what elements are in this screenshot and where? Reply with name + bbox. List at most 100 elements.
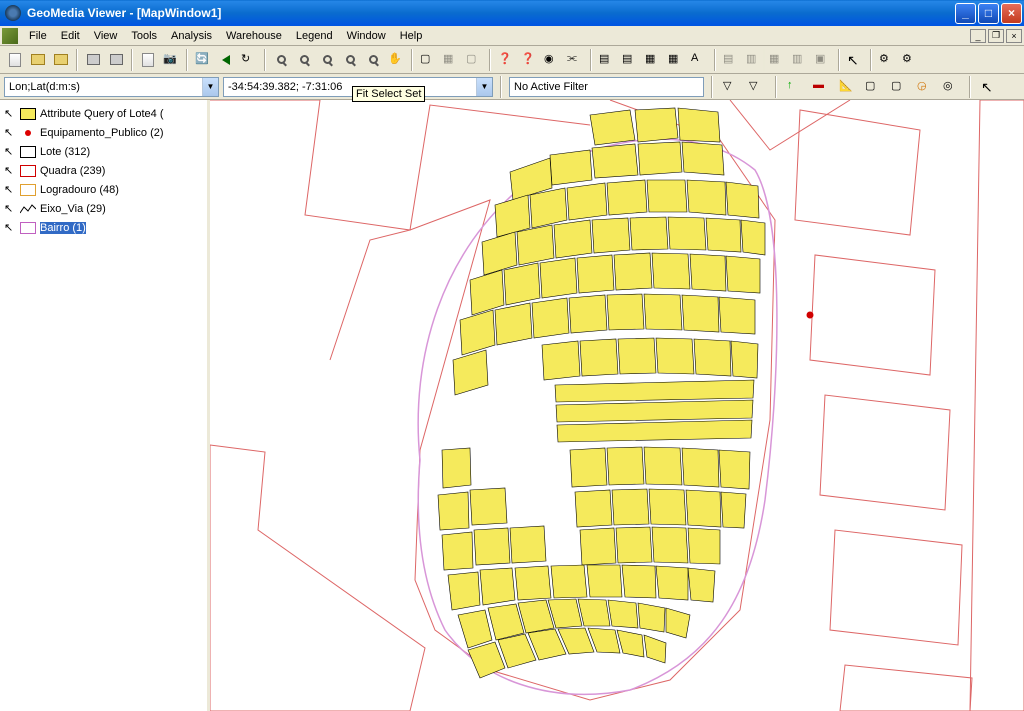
menu-warehouse[interactable]: Warehouse (219, 28, 289, 44)
menu-legend[interactable]: Legend (289, 28, 340, 44)
copy-button[interactable] (137, 49, 159, 71)
toolbar-separator (775, 76, 777, 98)
fit-select-set-button[interactable] (362, 49, 384, 71)
toolbar-separator (500, 76, 502, 98)
redo-button[interactable]: ↻ (238, 49, 260, 71)
distribute-button[interactable]: ▥ (789, 49, 811, 71)
select-tool-button[interactable]: ↖ (844, 49, 866, 71)
dropdown-arrow-icon: ▼ (202, 78, 218, 96)
precision-combo[interactable]: Lon;Lat(d:m:s) ▼ (4, 77, 219, 97)
coordinate-icon: ▢ (891, 79, 907, 95)
refresh-button[interactable]: 🔄 (192, 49, 214, 71)
layout-window-button[interactable]: ▢ (463, 49, 485, 71)
thematic-button[interactable]: ▦ (665, 49, 687, 71)
map-window-button[interactable]: ▢ (417, 49, 439, 71)
select-button[interactable]: ↖ (978, 76, 1000, 98)
clear-filter-button[interactable]: ▽ (746, 76, 768, 98)
buffer-zone-button[interactable]: ◉ (541, 49, 563, 71)
mdi-restore-button[interactable]: ❐ (988, 29, 1004, 43)
add-legend-button[interactable]: ▤ (596, 49, 618, 71)
spatial-query-icon: ❓ (521, 52, 537, 68)
align-right-button[interactable]: ▦ (766, 49, 788, 71)
coordinate-toolbar: Lon;Lat(d:m:s) ▼ -34:54:39.382; -7:31:06… (0, 74, 1024, 100)
minimize-button[interactable]: _ (955, 3, 976, 24)
label-button[interactable]: A (688, 49, 710, 71)
legend-item-eixo[interactable]: ↖ Eixo_Via (29) (2, 199, 205, 218)
measure-button[interactable]: 📐 (836, 76, 858, 98)
align-center-button[interactable]: ▥ (743, 49, 765, 71)
undo-button[interactable] (215, 49, 237, 71)
thematic-icon: ▦ (668, 52, 684, 68)
zoom-out-button[interactable] (293, 49, 315, 71)
window-controls: _ □ × (955, 3, 1022, 24)
toolbar-separator (489, 49, 491, 71)
align-icon: ▦ (769, 52, 785, 68)
data-window-button[interactable]: ▦ (440, 49, 462, 71)
gear-icon: ⚙ (879, 52, 895, 68)
distribute-icon: ▥ (792, 52, 808, 68)
add-legend-icon: ▤ (599, 52, 615, 68)
toolbar-separator (870, 49, 872, 71)
legend-item-bairro[interactable]: ↖ Bairro (1) (2, 218, 205, 237)
legend-item-logradouro[interactable]: ↖ Logradouro (48) (2, 180, 205, 199)
filter-tool-button[interactable]: ▽ (720, 76, 742, 98)
menu-tools[interactable]: Tools (124, 28, 164, 44)
zoom-box-icon (323, 55, 332, 64)
filter-combo[interactable]: No Active Filter (509, 77, 704, 97)
undo-icon (222, 55, 230, 65)
legend-item-attribute-query[interactable]: ↖ Attribute Query of Lote4 ( (2, 104, 205, 123)
north-arrow-button[interactable]: ↑ (784, 76, 806, 98)
zoom-in-button[interactable] (270, 49, 292, 71)
zoom-box-button[interactable] (316, 49, 338, 71)
angle-button[interactable]: ◶ (914, 76, 936, 98)
toolbar-separator (264, 49, 266, 71)
distance-button[interactable]: ◎ (940, 76, 962, 98)
menu-help[interactable]: Help (393, 28, 430, 44)
print-button[interactable] (82, 49, 104, 71)
legend-label: Bairro (1) (40, 222, 86, 234)
menu-view[interactable]: View (87, 28, 125, 44)
group-button[interactable]: ▣ (812, 49, 834, 71)
menu-window[interactable]: Window (340, 28, 393, 44)
area-button[interactable]: ▢ (862, 76, 884, 98)
mdi-minimize-button[interactable]: _ (970, 29, 986, 43)
new-datawindow-button[interactable] (50, 49, 72, 71)
cursor-prefix-icon: ↖ (4, 107, 16, 120)
menu-file[interactable]: File (22, 28, 54, 44)
classify-button[interactable]: ▦ (642, 49, 664, 71)
scale-bar-button[interactable]: ▬ (810, 76, 832, 98)
legend-label: Eixo_Via (29) (40, 203, 106, 215)
spatial-query-button[interactable]: ❓ (518, 49, 540, 71)
menu-edit[interactable]: Edit (54, 28, 87, 44)
mdi-close-button[interactable]: × (1006, 29, 1022, 43)
menu-analysis[interactable]: Analysis (164, 28, 219, 44)
distance-icon: ◎ (943, 79, 959, 95)
snapshot-button[interactable]: 📷 (160, 49, 182, 71)
coordinate-button[interactable]: ▢ (888, 76, 910, 98)
fit-all-button[interactable] (339, 49, 361, 71)
legend-item-lote[interactable]: ↖ Lote (312) (2, 142, 205, 161)
cursor-prefix-icon: ↖ (4, 126, 16, 139)
align-icon: ▤ (723, 52, 739, 68)
pan-button[interactable]: ✋ (385, 49, 407, 71)
properties-button[interactable]: ⚙ (876, 49, 898, 71)
query-attribute-button[interactable]: ❓ (495, 49, 517, 71)
legend-properties-button[interactable]: ▤ (619, 49, 641, 71)
cursor-icon: ↖ (981, 79, 997, 95)
toolbar-separator (969, 76, 971, 98)
map-canvas[interactable] (210, 100, 1024, 711)
align-left-button[interactable]: ▤ (720, 49, 742, 71)
join-button[interactable]: ⫘ (564, 49, 586, 71)
new-geoworkspace-button[interactable] (4, 49, 26, 71)
legend-item-quadra[interactable]: ↖ Quadra (239) (2, 161, 205, 180)
toolbar-separator (838, 49, 840, 71)
point-dot-icon (25, 130, 31, 136)
options-button[interactable]: ⚙ (899, 49, 921, 71)
close-button[interactable]: × (1001, 3, 1022, 24)
new-connection-button[interactable] (27, 49, 49, 71)
legend-item-equipamento[interactable]: ↖ Equipamento_Publico (2) (2, 123, 205, 142)
maximize-button[interactable]: □ (978, 3, 999, 24)
cursor-prefix-icon: ↖ (4, 145, 16, 158)
print-preview-button[interactable] (105, 49, 127, 71)
measure-icon: 📐 (839, 79, 855, 95)
